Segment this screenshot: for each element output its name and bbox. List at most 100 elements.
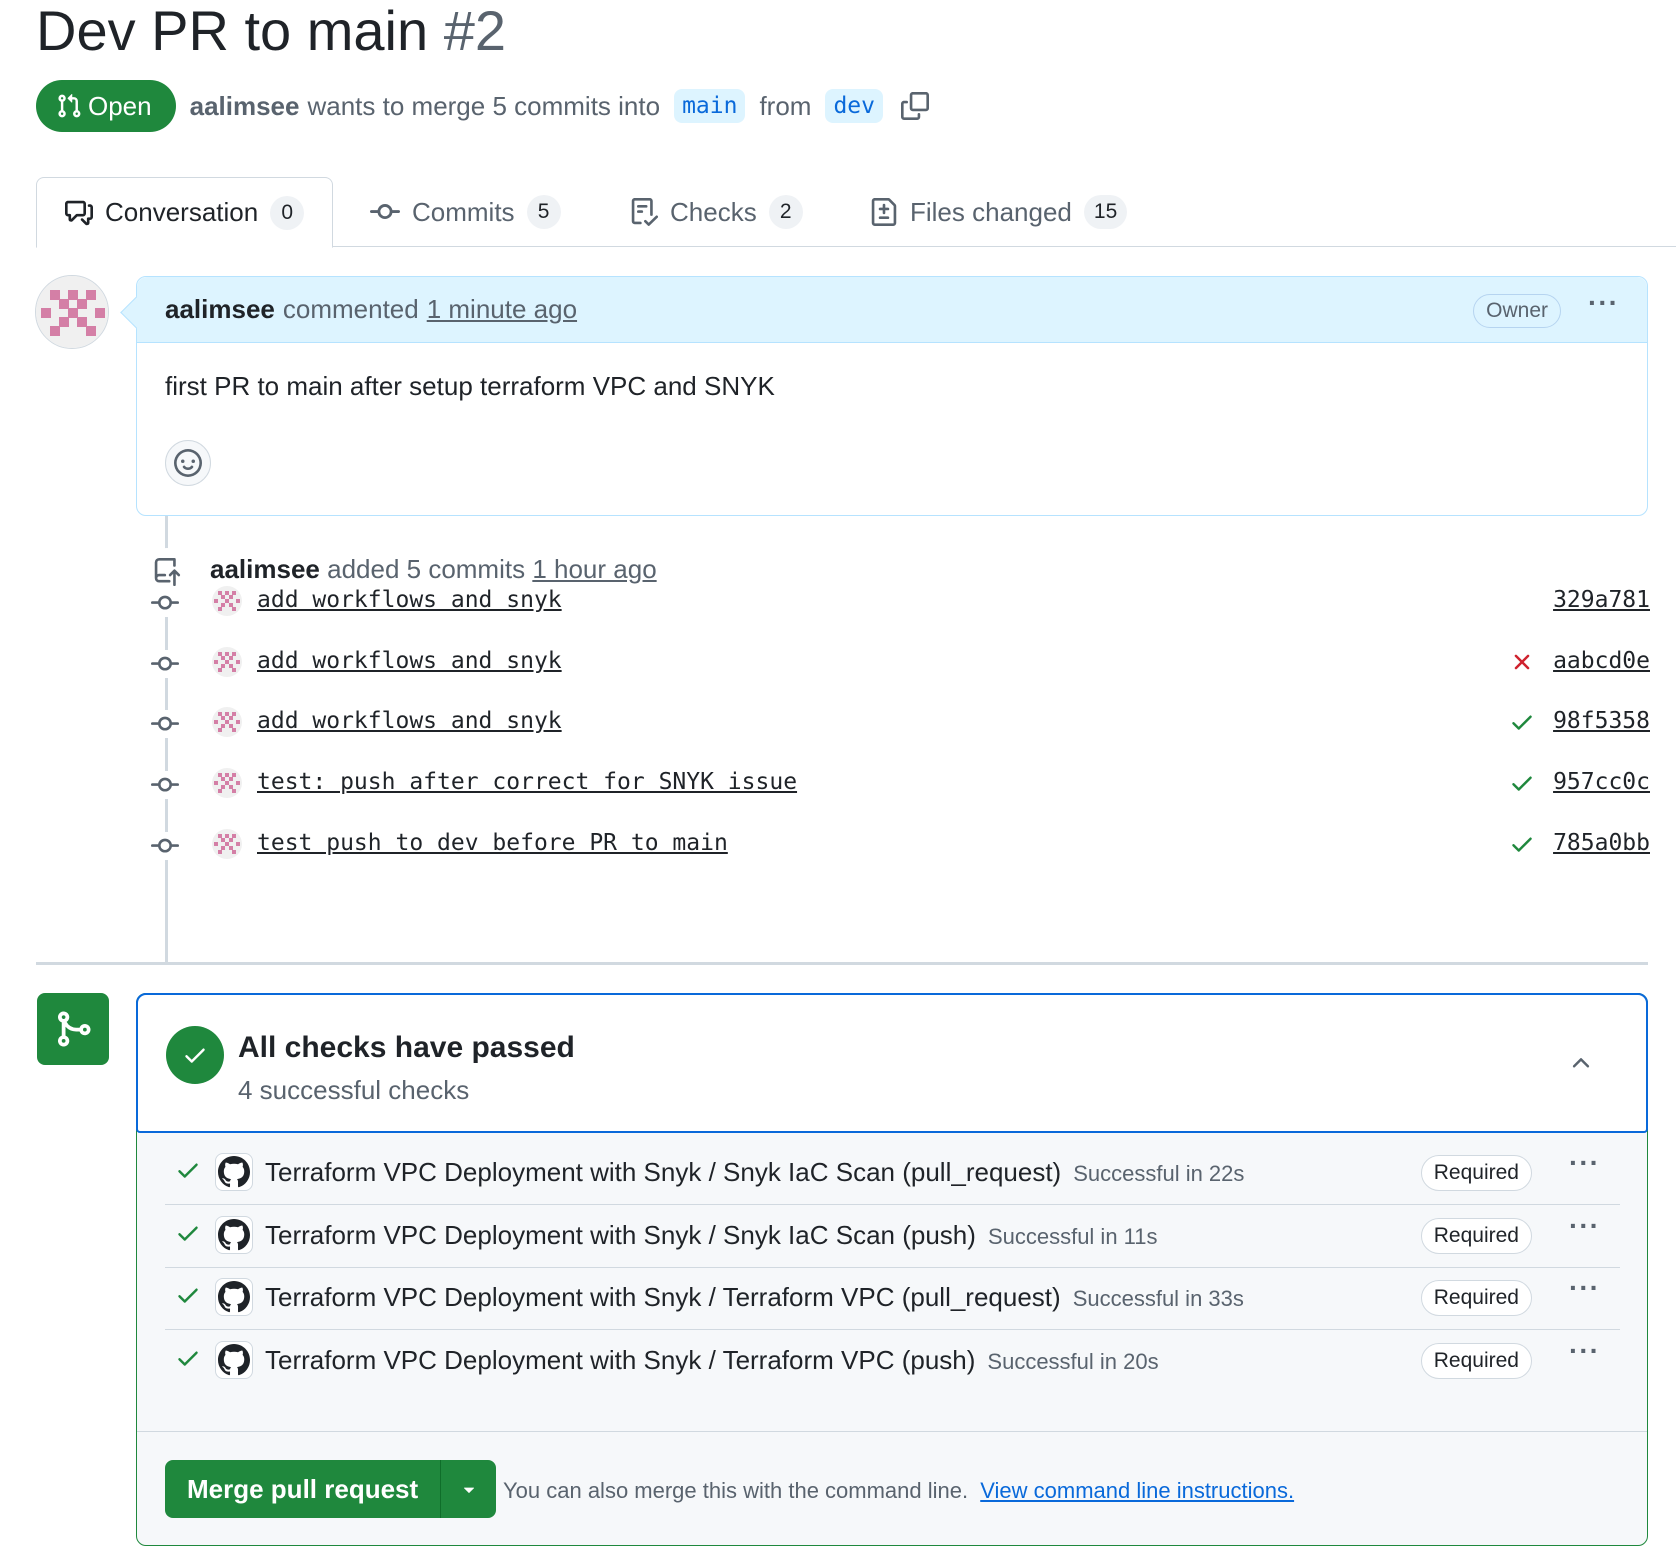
identicon [212,647,242,677]
push-event: aalimsee added 5 commits 1 hour ago [210,554,657,585]
comment-body: first PR to main after setup terraform V… [165,371,775,401]
push-event-time[interactable]: 1 hour ago [532,554,656,584]
check-item[interactable]: Terraform VPC Deployment with Snyk / Ter… [165,1327,1620,1393]
git-commit-icon [150,650,180,678]
kebab-horizontal-icon[interactable]: ··· [1569,1147,1600,1179]
check-name[interactable]: Terraform VPC Deployment with Snyk / Ter… [265,1345,1159,1376]
commit-message-link[interactable]: test: push after correct for SNYK issue [257,769,797,795]
git-commit-icon [150,832,180,860]
kebab-horizontal-icon[interactable]: ··· [1569,1335,1600,1367]
commit-row: test push to dev before PR to main 785a0b… [150,826,1650,866]
file-diff-icon [870,198,898,226]
commit-message-link[interactable]: add workflows and snyk [257,648,562,674]
copy-icon[interactable] [901,92,929,120]
check-item[interactable]: Terraform VPC Deployment with Snyk / Sny… [165,1139,1620,1205]
pr-state-label: Open [88,90,152,121]
check-icon [175,1282,201,1313]
identicon [212,768,242,798]
push-event-author[interactable]: aalimsee [210,554,320,584]
tab-files-changed-label: Files changed [910,196,1072,227]
check-name[interactable]: Terraform VPC Deployment with Snyk / Ter… [265,1282,1244,1313]
tab-conversation-count: 0 [270,195,305,230]
git-merge-icon [53,1009,93,1049]
merge-button-group: Merge pull request [165,1460,497,1518]
comment-time[interactable]: 1 minute ago [427,294,577,325]
check-duration: Successful in 22s [1073,1161,1245,1186]
kebab-horizontal-icon[interactable]: ··· [1569,1272,1600,1304]
comment-header: aalimsee commented 1 minute ago Owner ··… [137,277,1647,343]
checklist-icon [630,198,658,226]
commit-sha-link[interactable]: 785a0bb [1553,830,1650,856]
commit-author-avatar[interactable] [212,707,242,737]
git-commit-icon [150,771,180,799]
check-item[interactable]: Terraform VPC Deployment with Snyk / Sny… [165,1202,1620,1268]
kebab-horizontal-icon[interactable]: ··· [1569,1210,1600,1242]
checks-subtitle: 4 successful checks [238,1075,470,1105]
pr-title: Dev PR to main #2 [36,0,506,62]
check-name[interactable]: Terraform VPC Deployment with Snyk / Sny… [265,1157,1244,1188]
x-icon[interactable] [1508,648,1536,676]
tab-commits-label: Commits [412,196,515,227]
command-line-instructions-link[interactable]: View command line instructions. [980,1478,1294,1503]
tab-checks-count: 2 [768,195,803,229]
check-icon [175,1345,201,1376]
merge-pull-request-button[interactable]: Merge pull request [165,1460,440,1518]
commit-message-link[interactable]: test push to dev before PR to main [257,830,728,856]
pr-author-link[interactable]: aalimsee [190,91,300,122]
tab-checks-label: Checks [670,196,757,227]
tab-files-changed-count: 15 [1083,195,1128,229]
checks-summary[interactable]: All checks have passed 4 successful chec… [136,993,1648,1133]
github-actions-logo-icon [215,1278,253,1316]
pr-summary-text: wants to merge 5 commits into [307,90,661,121]
base-branch[interactable]: main [674,89,746,123]
check-name-text: Terraform VPC Deployment with Snyk / Sny… [265,1220,976,1250]
add-reaction-button[interactable] [165,440,211,486]
commit-sha-link[interactable]: 98f5358 [1553,708,1650,734]
commit-message-link[interactable]: add workflows and snyk [257,587,562,613]
commit-author-avatar[interactable] [212,768,242,798]
identicon [36,276,108,348]
merge-method-dropdown[interactable] [440,1460,496,1518]
check-icon[interactable] [1508,769,1536,797]
commit-sha-link[interactable]: 957cc0c [1553,769,1650,795]
check-item[interactable]: Terraform VPC Deployment with Snyk / Ter… [165,1264,1620,1330]
required-badge: Required [1420,1155,1532,1191]
commit-author-avatar[interactable] [212,829,242,859]
github-actions-logo-icon [215,1216,253,1254]
pr-number: #2 [443,0,506,62]
commit-row: add workflows and snyk 329a781 [150,583,1650,623]
head-branch[interactable]: dev [825,89,883,123]
tab-conversation[interactable]: Conversation 0 [36,177,334,248]
tab-commits[interactable]: Commits 5 [370,177,561,247]
tab-files-changed[interactable]: Files changed 15 [870,177,1128,247]
git-commit-icon [150,589,180,617]
merge-hint-text: You can also merge this with the command… [503,1478,969,1503]
pr-tabs: Conversation 0 Commits 5 Checks 2 Files … [36,177,1676,248]
github-actions-logo-icon [215,1153,253,1191]
comment-author[interactable]: aalimsee [165,294,275,325]
required-badge: Required [1420,1343,1532,1379]
tab-checks[interactable]: Checks 2 [630,177,803,247]
commit-sha-link[interactable]: 329a781 [1553,587,1650,613]
github-actions-logo-icon [215,1341,253,1379]
check-icon[interactable] [1508,830,1536,858]
check-icon[interactable] [1508,708,1536,736]
comment-author-avatar[interactable] [35,275,109,349]
required-badge: Required [1420,1218,1532,1254]
check-icon [175,1157,201,1188]
check-duration: Successful in 11s [987,1224,1158,1249]
repo-push-icon [153,558,181,586]
commit-author-avatar[interactable] [212,586,242,616]
identicon [212,829,242,859]
commit-message-link[interactable]: add workflows and snyk [257,708,562,734]
chevron-up-icon[interactable] [1568,1050,1594,1081]
commit-row: test: push after correct for SNYK issue 9… [150,765,1650,805]
from-text: from [759,90,812,121]
commit-author-avatar[interactable] [212,647,242,677]
kebab-horizontal-icon[interactable]: ··· [1588,287,1619,319]
comment-action: commented [282,294,419,324]
commit-sha-link[interactable]: aabcd0e [1553,648,1650,674]
check-name[interactable]: Terraform VPC Deployment with Snyk / Sny… [265,1220,1158,1251]
pr-title-text: Dev PR to main [36,0,429,62]
git-pull-request-icon [56,93,82,119]
